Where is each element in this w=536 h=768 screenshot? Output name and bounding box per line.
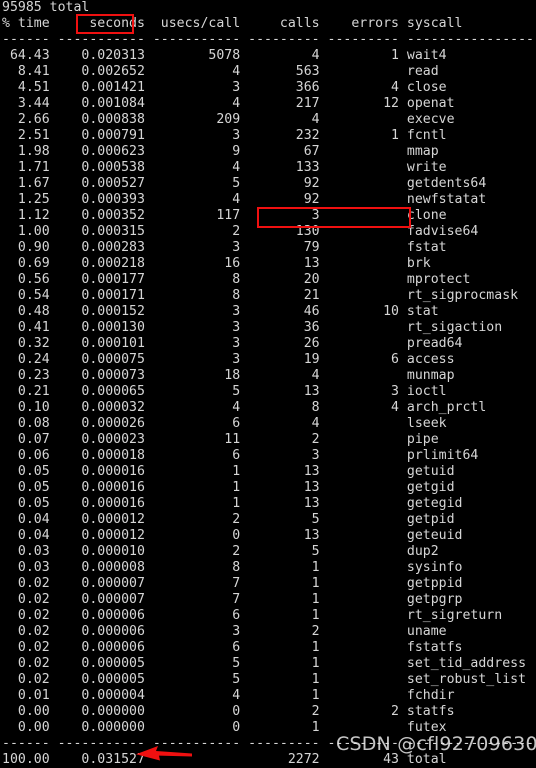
table-row: 4.51 0.001421 3 366 4 close: [2, 80, 447, 95]
summary-total-line: 95985 total: [2, 0, 90, 15]
table-row: 64.43 0.020313 5078 4 1 wait4: [2, 48, 447, 63]
table-row: 0.03 0.000010 2 5 dup2: [2, 544, 439, 559]
table-row: 0.04 0.000012 2 5 getpid: [2, 512, 455, 527]
csdn-watermark: CSDN @cfl927096306: [336, 733, 536, 755]
table-row: 1.25 0.000393 4 92 newfstatat: [2, 192, 487, 207]
table-row: 1.12 0.000352 117 3 clone: [2, 208, 447, 223]
table-row: 0.41 0.000130 3 36 rt_sigaction: [2, 320, 503, 335]
terminal-window: 95985 total % time seconds usecs/call ca…: [0, 0, 536, 768]
table-row: 0.04 0.000012 0 13 geteuid: [2, 528, 463, 543]
table-row: 0.32 0.000101 3 26 pread64: [2, 336, 463, 351]
table-row: 2.66 0.000838 209 4 execve: [2, 112, 455, 127]
table-row: 0.00 0.000000 0 2 2 statfs: [2, 704, 455, 719]
table-row: 1.00 0.000315 2 130 fadvise64: [2, 224, 479, 239]
table-header-row: % time seconds usecs/call calls errors s…: [0, 16, 536, 32]
table-row: 2.51 0.000791 3 232 1 fcntl: [2, 128, 447, 143]
table-row: 0.08 0.000026 6 4 lseek: [2, 416, 447, 431]
table-row: 3.44 0.001084 4 217 12 openat: [2, 96, 455, 111]
table-row: 0.21 0.000065 5 13 3 ioctl: [2, 384, 447, 399]
table-row: 0.23 0.000073 18 4 munmap: [2, 368, 455, 383]
table-row: 0.54 0.000171 8 21 rt_sigprocmask: [2, 288, 519, 303]
table-row: 0.05 0.000016 1 13 getuid: [2, 464, 455, 479]
table-row: 0.24 0.000075 3 19 6 access: [2, 352, 455, 367]
table-row: 0.07 0.000023 11 2 pipe: [2, 432, 439, 447]
table-row: 0.90 0.000283 3 79 fstat: [2, 240, 447, 255]
table-row: 0.02 0.000007 7 1 getpgrp: [2, 592, 463, 607]
table-row: 1.71 0.000538 4 133 write: [2, 160, 447, 175]
table-row: 0.03 0.000008 8 1 sysinfo: [2, 560, 463, 575]
table-row: 8.41 0.002652 4 563 read: [2, 64, 439, 79]
table-row: 0.69 0.000218 16 13 brk: [2, 256, 431, 271]
syscall-rows: 64.43 0.020313 5078 4 1 wait4 8.41 0.002…: [0, 48, 536, 736]
table-row: 1.67 0.000527 5 92 getdents64: [2, 176, 487, 191]
table-row: 0.02 0.000006 6 1 fstatfs: [2, 640, 463, 655]
table-row: 0.48 0.000152 3 46 10 stat: [2, 304, 439, 319]
table-row: 0.05 0.000016 1 13 getegid: [2, 496, 463, 511]
table-row: 1.98 0.000623 9 67 mmap: [2, 144, 439, 159]
table-row: 0.05 0.000016 1 13 getgid: [2, 480, 455, 495]
table-row: 0.10 0.000032 4 8 4 arch_prctl: [2, 400, 487, 415]
table-row: 0.02 0.000005 5 1 set_robust_list: [2, 672, 527, 687]
header-separator-row: ------ ----------- ----------- ---------…: [2, 32, 534, 47]
table-row: 0.02 0.000005 5 1 set_tid_address: [2, 656, 527, 671]
table-row: 0.02 0.000006 6 1 rt_sigreturn: [2, 608, 503, 623]
table-row: 0.56 0.000177 8 20 mprotect: [2, 272, 471, 287]
table-row: 0.02 0.000006 3 2 uname: [2, 624, 447, 639]
table-row: 0.01 0.000004 4 1 fchdir: [2, 688, 455, 703]
table-row: 0.02 0.000007 7 1 getppid: [2, 576, 463, 591]
table-row: 0.06 0.000018 6 3 prlimit64: [2, 448, 479, 463]
column-header-line: % time seconds usecs/call calls errors s…: [2, 16, 463, 31]
